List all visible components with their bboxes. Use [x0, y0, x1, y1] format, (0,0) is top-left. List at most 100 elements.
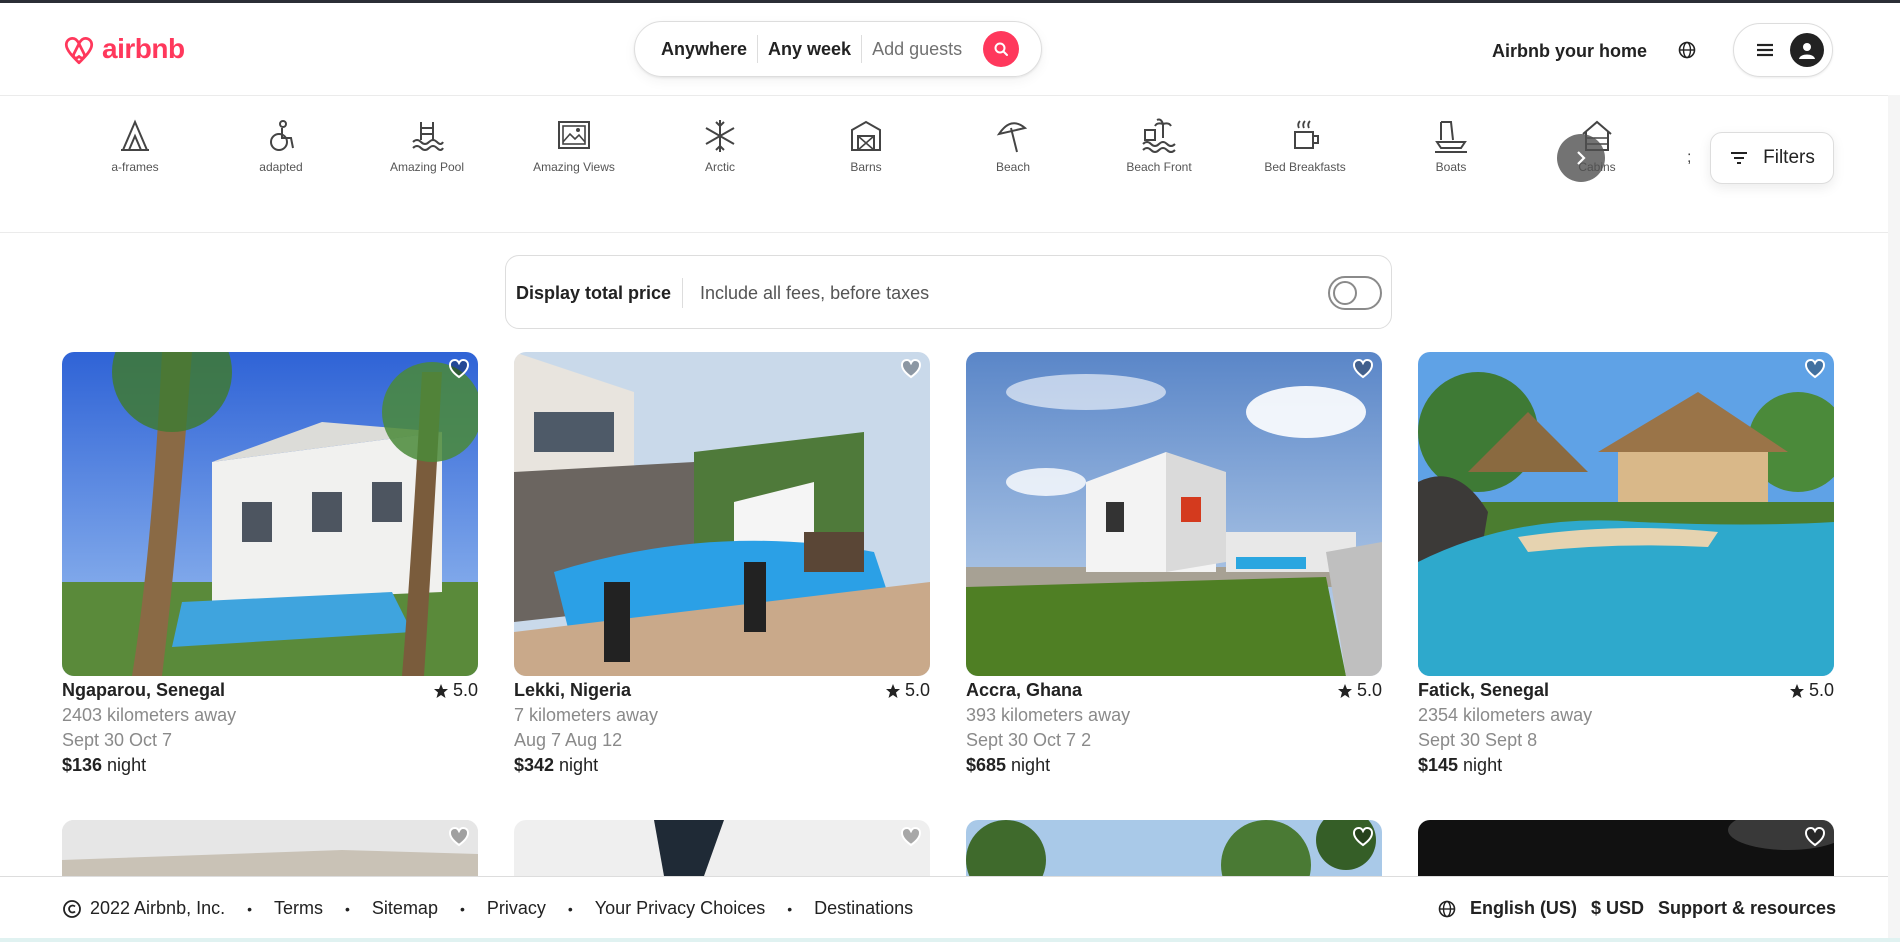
- category-item[interactable]: Bed Breakfasts: [1250, 118, 1360, 174]
- user-menu-button[interactable]: [1733, 23, 1833, 77]
- listing-image: [966, 820, 1382, 876]
- hamburger-icon: [1757, 43, 1773, 57]
- snowflake-icon: [705, 120, 735, 152]
- listing-dates: Sept 30 Oct 7 2: [966, 730, 1092, 750]
- category-label: Bed Breakfasts: [1264, 160, 1346, 174]
- airbnb-logo[interactable]: airbnb: [62, 31, 185, 67]
- airbnb-logo-icon: [64, 37, 94, 65]
- boat-icon: [1435, 121, 1467, 153]
- search-bar[interactable]: Anywhere Any week Add guests: [634, 21, 1042, 77]
- footer-link-privacy-choices[interactable]: Your Privacy Choices: [595, 898, 765, 919]
- footer-currency[interactable]: $ USD: [1591, 898, 1644, 919]
- host-link[interactable]: Airbnb your home: [1492, 41, 1647, 62]
- favorite-button[interactable]: [1804, 826, 1826, 853]
- category-item[interactable]: adapted: [226, 118, 336, 174]
- category-label: Barns: [850, 160, 882, 174]
- listing-card[interactable]: Ngaparou, Senegal 5.0 2403 kilometers aw…: [62, 352, 478, 776]
- category-next-button[interactable]: [1557, 134, 1605, 182]
- listing-price-unit: night: [1006, 755, 1051, 775]
- listing-dates: Sept 30 Oct 7: [62, 730, 173, 750]
- a-frame-icon: [121, 119, 149, 151]
- copyright-text: 2022 Airbnb, Inc.: [90, 898, 226, 918]
- category-item[interactable]: Arctic: [665, 118, 775, 174]
- listing-location: Fatick, Senegal: [1418, 680, 1550, 700]
- listing-card-partial[interactable]: [514, 820, 930, 876]
- listing-price-amount: $685: [966, 755, 1007, 775]
- display-total-price-subtitle: Include all fees, before taxes: [700, 283, 930, 303]
- category-item[interactable]: Barns: [811, 118, 921, 174]
- footer-separator: •: [459, 900, 465, 917]
- filters-label: Filters: [1763, 147, 1815, 168]
- footer-link-destinations[interactable]: Destinations: [814, 898, 913, 919]
- category-overflow-text: ;: [1687, 149, 1692, 166]
- listing-rating: 5.0: [885, 680, 930, 701]
- favorite-button[interactable]: [1352, 358, 1374, 380]
- star-icon: [1789, 683, 1804, 698]
- search-anywhere[interactable]: Anywhere: [635, 39, 757, 60]
- favorite-button[interactable]: [900, 358, 922, 380]
- listing-price: $685 night: [966, 755, 1382, 776]
- listing-photo[interactable]: [1418, 352, 1834, 676]
- favorite-button[interactable]: [900, 826, 922, 853]
- listing-card-partial[interactable]: [966, 820, 1382, 876]
- footer-separator: •: [247, 900, 253, 917]
- star-icon: [433, 683, 448, 698]
- filters-button[interactable]: Filters: [1710, 132, 1834, 184]
- listing-card-partial[interactable]: [62, 820, 478, 876]
- user-icon: [1799, 43, 1815, 59]
- listing-image: [1418, 820, 1834, 876]
- listing-card[interactable]: Accra, Ghana 5.0 393 kilometers away Sep…: [966, 352, 1382, 776]
- listing-card-partial[interactable]: [1418, 820, 1834, 876]
- listing-photo[interactable]: [62, 352, 478, 676]
- footer-language[interactable]: English (US): [1470, 898, 1577, 919]
- beachfront-icon: [1142, 118, 1176, 153]
- page-scrollbar[interactable]: [1888, 95, 1900, 942]
- search-any-week[interactable]: Any week: [758, 39, 861, 60]
- category-item[interactable]: Beach: [958, 118, 1068, 174]
- footer-separator: •: [787, 900, 793, 917]
- copyright-icon: [63, 899, 81, 918]
- search-button[interactable]: [983, 31, 1019, 67]
- category-item[interactable]: Boats: [1396, 118, 1506, 174]
- favorite-button[interactable]: [1352, 826, 1374, 853]
- umbrella-icon: [996, 122, 1028, 153]
- footer-support[interactable]: Support & resources: [1658, 898, 1836, 919]
- category-item[interactable]: Amazing Views: [519, 118, 629, 174]
- barn-icon: [851, 120, 881, 151]
- listing-distance: 2403 kilometers away: [62, 705, 237, 725]
- listing-rating: 5.0: [1337, 680, 1382, 701]
- listing-photo[interactable]: [966, 352, 1382, 676]
- listing-card[interactable]: Fatick, Senegal 5.0 2354 kilometers away…: [1418, 352, 1834, 776]
- coffee-icon: [1294, 120, 1319, 149]
- footer-link-terms[interactable]: Terms: [274, 898, 323, 919]
- chevron-right-icon: [1577, 151, 1586, 165]
- heart-icon: [1352, 358, 1374, 379]
- heart-icon: [1804, 826, 1826, 847]
- accessible-icon: [270, 120, 294, 151]
- favorite-button[interactable]: [1804, 358, 1826, 380]
- language-button[interactable]: [1678, 41, 1696, 64]
- listing-image: [62, 352, 478, 676]
- footer-link-privacy[interactable]: Privacy: [487, 898, 546, 919]
- listing-photo[interactable]: [514, 352, 930, 676]
- display-total-price-bar: Display total price Include all fees, be…: [505, 255, 1392, 329]
- total-price-toggle[interactable]: [1328, 276, 1382, 310]
- listing-price-unit: night: [1458, 755, 1503, 775]
- globe-icon: [1678, 41, 1696, 59]
- category-item[interactable]: a-frames: [80, 118, 190, 174]
- category-item[interactable]: Amazing Pool: [372, 118, 482, 174]
- category-label: Amazing Views: [533, 160, 615, 174]
- favorite-button[interactable]: [448, 826, 470, 853]
- search-icon: [994, 42, 1008, 56]
- heart-icon: [900, 826, 922, 847]
- search-add-guests[interactable]: Add guests: [862, 39, 972, 60]
- display-total-price-title: Display total price: [516, 283, 672, 303]
- category-item[interactable]: Beach Front: [1104, 118, 1214, 174]
- listing-rating: 5.0: [433, 680, 478, 701]
- pool-icon: [412, 122, 444, 151]
- footer-link-sitemap[interactable]: Sitemap: [372, 898, 438, 919]
- listing-card[interactable]: Lekki, Nigeria 5.0 7 kilometers away Aug…: [514, 352, 930, 776]
- listing-image: [966, 352, 1382, 676]
- favorite-button[interactable]: [448, 358, 470, 380]
- category-bar: a-frames adapted Amazing Pool Amazing Vi…: [0, 96, 1900, 233]
